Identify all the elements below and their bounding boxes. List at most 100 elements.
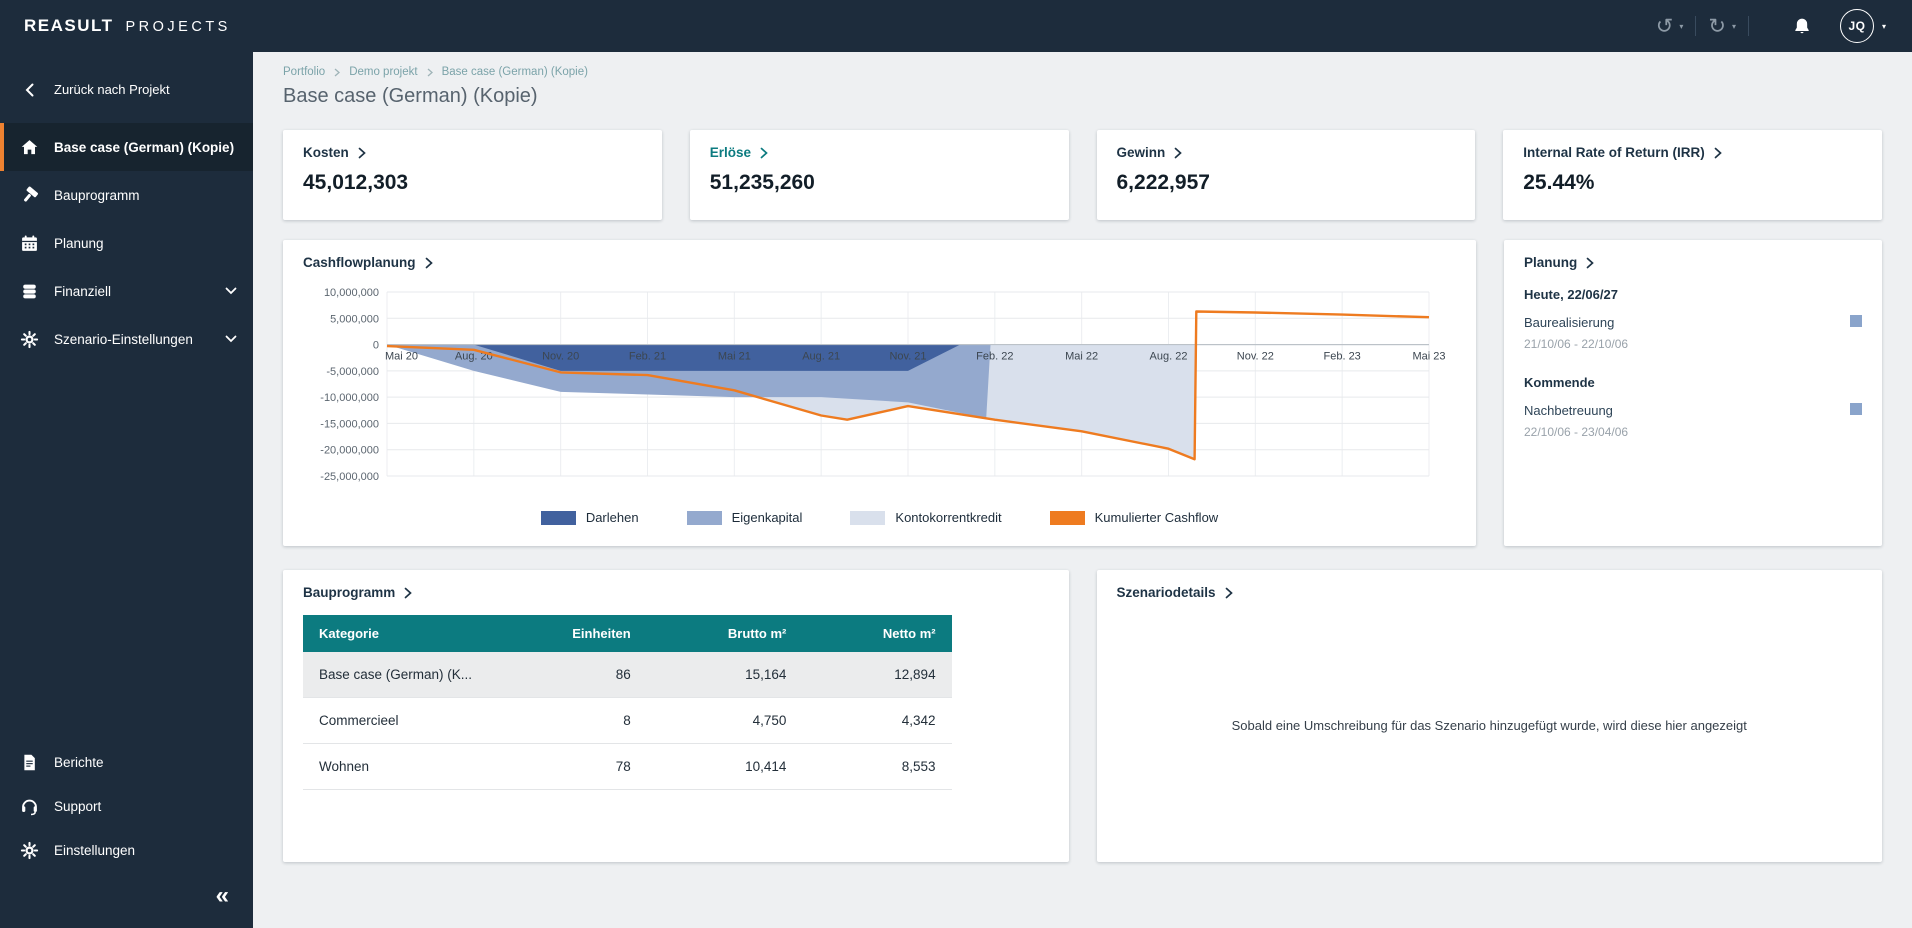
- plan-item[interactable]: Baurealisierung: [1524, 315, 1862, 330]
- cell-netto: 4,342: [802, 698, 951, 744]
- sidebar-item-label: Bauprogramm: [54, 188, 140, 203]
- planung-card: Planung Heute, 22/06/27 Baurealisierung …: [1504, 240, 1882, 546]
- plan-item-dates: 22/10/06 - 23/04/06: [1524, 425, 1862, 439]
- status-square: [1850, 315, 1862, 327]
- chevron-right-icon: [427, 68, 433, 77]
- bauprogramm-table: Kategorie Einheiten Brutto m² Netto m² B…: [303, 615, 952, 790]
- sidebar-item-bauprogramm[interactable]: Bauprogramm: [0, 171, 253, 219]
- kpi-value: 45,012,303: [303, 171, 642, 195]
- plan-section-today: Heute, 22/06/27 Baurealisierung 21/10/06…: [1524, 287, 1862, 351]
- sidebar-item-label: Finanziell: [54, 284, 111, 299]
- sidebar-item-label: Szenario-Einstellungen: [54, 332, 193, 347]
- kpi-card-gewinn: Gewinn 6,222,957: [1097, 130, 1476, 220]
- szenario-link[interactable]: Szenariodetails: [1117, 585, 1233, 600]
- kpi-link-gewinn[interactable]: Gewinn: [1117, 145, 1183, 160]
- table-row[interactable]: Commercieel 8 4,750 4,342: [303, 698, 952, 744]
- report-icon: [20, 753, 39, 772]
- user-menu[interactable]: JQ ▾: [1840, 9, 1886, 43]
- svg-text:0: 0: [373, 340, 379, 352]
- plan-item[interactable]: Nachbetreuung: [1524, 403, 1862, 418]
- svg-text:-25,000,000: -25,000,000: [320, 471, 379, 483]
- breadcrumb-portfolio[interactable]: Portfolio: [283, 66, 325, 78]
- legend-item-kontokorrentkredit[interactable]: Kontokorrentkredit: [850, 510, 1001, 525]
- kpi-label: Gewinn: [1117, 145, 1166, 160]
- kpi-value: 6,222,957: [1117, 171, 1456, 195]
- planung-link[interactable]: Planung: [1524, 255, 1594, 270]
- breadcrumb: Portfolio Demo projekt Base case (German…: [283, 66, 1882, 78]
- status-square: [1850, 403, 1862, 415]
- breadcrumb-current: Base case (German) (Kopie): [442, 66, 588, 78]
- svg-text:Feb. 23: Feb. 23: [1324, 351, 1361, 363]
- toolbar-divider: [1748, 16, 1749, 36]
- notifications-button[interactable]: [1786, 15, 1818, 38]
- kpi-card-kosten: Kosten 45,012,303: [283, 130, 662, 220]
- plan-heading: Kommende: [1524, 375, 1862, 390]
- sidebar-item-support[interactable]: Support: [0, 784, 253, 828]
- kpi-value: 25.44%: [1523, 171, 1862, 195]
- redo-icon: ↻: [1708, 16, 1726, 37]
- bauprogramm-link[interactable]: Bauprogramm: [303, 585, 412, 600]
- main-content: Portfolio Demo projekt Base case (German…: [253, 52, 1912, 928]
- topbar: REASULT PROJECTS ↺ ▾ ↻ ▾ JQ ▾: [0, 0, 1912, 52]
- legend-label: Kontokorrentkredit: [895, 510, 1001, 525]
- sidebar-item-label: Einstellungen: [54, 843, 135, 858]
- card-title: Cashflowplanung: [303, 255, 416, 270]
- svg-text:Mai 21: Mai 21: [718, 351, 751, 363]
- kpi-label: Erlöse: [710, 145, 751, 160]
- legend-label: Kumulierter Cashflow: [1095, 510, 1219, 525]
- legend-item-darlehen[interactable]: Darlehen: [541, 510, 639, 525]
- legend-label: Eigenkapital: [732, 510, 803, 525]
- undo-dropdown-button[interactable]: ▾: [1676, 22, 1686, 31]
- kpi-label: Internal Rate of Return (IRR): [1523, 145, 1705, 160]
- table-row[interactable]: Base case (German) (K... 86 15,164 12,89…: [303, 652, 952, 698]
- sidebar-collapse-button[interactable]: «: [0, 872, 253, 924]
- kpi-link-irr[interactable]: Internal Rate of Return (IRR): [1523, 145, 1722, 160]
- sidebar-item-finanziell[interactable]: Finanziell: [0, 267, 253, 315]
- back-to-project-button[interactable]: Zurück nach Projekt: [0, 62, 253, 123]
- sidebar-item-einstellungen[interactable]: Einstellungen: [0, 828, 253, 872]
- legend-item-kumulierter-cashflow[interactable]: Kumulierter Cashflow: [1050, 510, 1219, 525]
- szenario-empty-text: Sobald eine Umschreibung für das Szenari…: [1117, 718, 1863, 733]
- cell-brutto: 10,414: [647, 744, 803, 790]
- sidebar-item-berichte[interactable]: Berichte: [0, 740, 253, 784]
- headset-icon: [20, 797, 39, 816]
- svg-text:-15,000,000: -15,000,000: [320, 418, 379, 430]
- column-header: Kategorie: [303, 615, 524, 652]
- hammer-icon: [20, 186, 39, 205]
- sidebar-item-planung[interactable]: Planung: [0, 219, 253, 267]
- cashflow-card: Cashflowplanung Mai 20Aug. 20Nov. 20Feb.…: [283, 240, 1476, 546]
- kpi-row: Kosten 45,012,303 Erlöse 51,235,260 Gewi…: [283, 130, 1882, 220]
- chevron-right-icon: [760, 147, 768, 159]
- sidebar-item-base-case[interactable]: Base case (German) (Kopie): [0, 123, 253, 171]
- table-row[interactable]: Wohnen 78 10,414 8,553: [303, 744, 952, 790]
- redo-button[interactable]: ↻: [1705, 14, 1729, 39]
- redo-dropdown-button[interactable]: ▾: [1729, 22, 1739, 31]
- kpi-link-kosten[interactable]: Kosten: [303, 145, 366, 160]
- svg-text:Aug. 21: Aug. 21: [802, 351, 840, 363]
- sidebar-item-szenario-einstellungen[interactable]: Szenario-Einstellungen: [0, 315, 253, 363]
- mid-row: Cashflowplanung Mai 20Aug. 20Nov. 20Feb.…: [283, 240, 1882, 546]
- chevron-down-icon: [225, 287, 237, 295]
- plan-item-name: Baurealisierung: [1524, 315, 1614, 330]
- collapse-icon: «: [216, 884, 229, 908]
- chevron-right-icon: [1714, 147, 1722, 159]
- kpi-card-irr: Internal Rate of Return (IRR) 25.44%: [1503, 130, 1882, 220]
- kpi-link-erloese[interactable]: Erlöse: [710, 145, 768, 160]
- cell-kategorie: Base case (German) (K...: [303, 652, 524, 698]
- chevron-left-icon: [20, 80, 39, 99]
- card-title: Bauprogramm: [303, 585, 395, 600]
- bottom-row: Bauprogramm Kategorie Einheiten Brutto m…: [283, 570, 1882, 862]
- kpi-card-erloese: Erlöse 51,235,260: [690, 130, 1069, 220]
- legend-item-eigenkapital[interactable]: Eigenkapital: [687, 510, 803, 525]
- undo-button[interactable]: ↺: [1653, 14, 1677, 39]
- svg-text:Feb. 22: Feb. 22: [976, 351, 1013, 363]
- svg-text:Aug. 22: Aug. 22: [1150, 351, 1188, 363]
- svg-text:Mai 23: Mai 23: [1412, 351, 1445, 363]
- breadcrumb-demo-projekt[interactable]: Demo projekt: [349, 66, 417, 78]
- brand-logo[interactable]: REASULT PROJECTS: [24, 16, 231, 36]
- cell-netto: 12,894: [802, 652, 951, 698]
- svg-text:Nov. 21: Nov. 21: [889, 351, 926, 363]
- cashflow-link[interactable]: Cashflowplanung: [303, 255, 433, 270]
- coins-icon: [20, 282, 39, 301]
- sidebar-item-label: Base case (German) (Kopie): [54, 140, 234, 155]
